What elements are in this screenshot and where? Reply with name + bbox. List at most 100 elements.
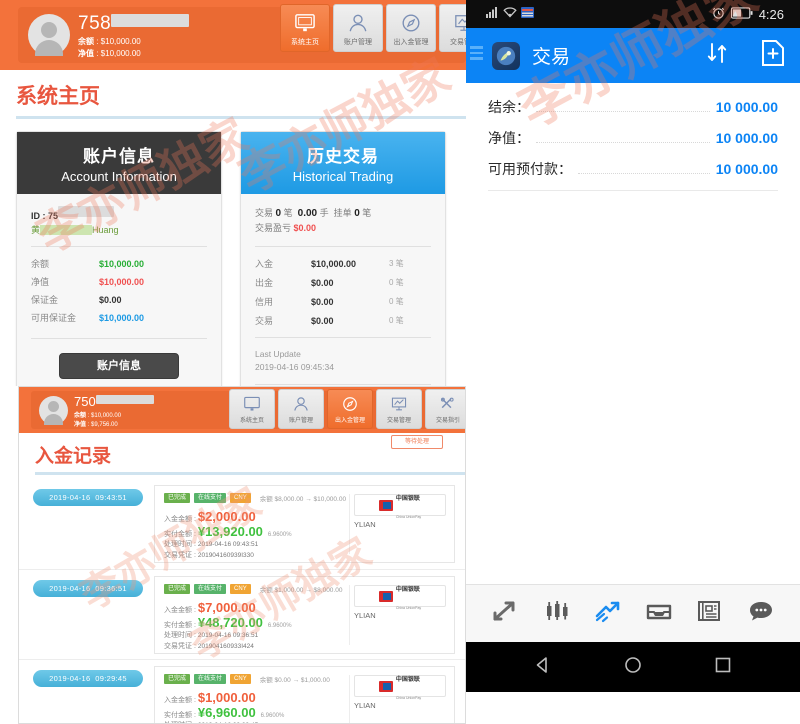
title-divider (16, 116, 466, 119)
paid-label: 实付金额 (164, 622, 192, 629)
row-key: 净值 (31, 277, 50, 287)
main-nav: 系统主页 账户管理 出入金管理 交易 (280, 4, 466, 52)
paid-value: ¥13,920.00 (197, 524, 263, 539)
nav-item-system-home[interactable]: 系统主页 (280, 4, 330, 52)
summary-value: 10 000.00 (715, 130, 778, 146)
account-card-body: ID : 75 黄 Huang 余额 $10,000.00 净值 $10,000… (17, 194, 221, 386)
dotted-leader (536, 142, 710, 143)
row-value: $0.00 (311, 296, 334, 307)
method-badge: 在线支付 (194, 674, 227, 684)
history-card-title-en: Historical Trading (292, 169, 394, 184)
bank-name-en: China UnionPay (395, 606, 422, 610)
summary-row-balance: 结余： 10 000.00 (488, 97, 778, 117)
process-label: 处理时间 (164, 632, 192, 639)
trade-summary: 交易 0 笔 0.00 手 挂单 0 笔 交易盈亏 $0.00 (255, 206, 431, 236)
summary-unit: 笔 (283, 208, 293, 218)
trade-icon[interactable] (491, 598, 521, 629)
row-key: 余额 (31, 259, 50, 269)
row-key: 交易 (255, 316, 274, 326)
record-tags: 已完成 在线支付 CNY 余额 $0.00 → $1,000.00 (164, 674, 330, 684)
hamburger-icon[interactable] (470, 46, 483, 63)
list-item[interactable]: 2019-04-16 09:43:51 已完成 在线支付 CNY 余额 $8,0… (19, 479, 465, 569)
system-home-window: 758 余额 : $10,000.00 净值 : $10,000.00 系统主页 (0, 0, 466, 386)
row-count: 3 笔 (389, 259, 404, 268)
nav-item-system-home[interactable]: 系统主页 (229, 389, 275, 429)
status-badge: 已完成 (164, 674, 191, 684)
topbar-balance: 余额 : $10,000.00 (74, 413, 122, 419)
record-tags: 已完成 在线支付 CNY 余额 $1,000.00 → $8,000.00 (164, 584, 342, 594)
pending-filter-button[interactable]: 等待处理 (391, 435, 443, 449)
summary-value: 10 000.00 (715, 161, 778, 177)
nav-item-deposit-withdraw[interactable]: 出入金管理 (386, 4, 436, 52)
nav-label: 交易指引 (435, 418, 460, 424)
list-item[interactable]: 2019-04-16 09:36:51 已完成 在线支付 CNY 余额 $1,0… (19, 569, 465, 659)
table-row: 保证金 $0.00 (31, 293, 207, 306)
status-badge: 已完成 (164, 493, 191, 503)
record-date: 2019-04-16 (49, 584, 91, 593)
sort-updown-icon[interactable] (704, 40, 730, 71)
row-value: $10,000.00 (99, 276, 145, 287)
recents-button[interactable] (713, 655, 733, 680)
window2-topbar: 750 余额 : $10,000.00 净值 : $9,756.00 系统主页 (19, 387, 465, 433)
process-value: 2019-04-16 09:36:51 (197, 632, 259, 639)
row-key: 可用保证金 (31, 313, 77, 323)
summary-row-free-margin: 可用预付款： 10 000.00 (488, 159, 778, 179)
topbar-balance-label: 余额 (78, 37, 94, 46)
nav-item-trade-guide[interactable]: 交易指引 (425, 389, 465, 429)
exchange-rate: 6.9600% (267, 623, 292, 629)
nav-item-account-mgmt[interactable]: 账户管理 (333, 4, 383, 52)
candlestick-icon[interactable] (542, 598, 572, 629)
account-id-row: ID : 75 (31, 206, 207, 221)
chart-icon (453, 10, 466, 36)
nav-item-deposit-withdraw[interactable]: 出入金管理 (327, 389, 373, 429)
deposit-label: 入金金额 (164, 516, 192, 523)
paid-value: ¥6,960.00 (197, 705, 256, 720)
nav-label: 系统主页 (291, 39, 319, 46)
account-card-title-en: Account Information (61, 169, 177, 184)
row-key: 保证金 (31, 295, 59, 305)
row-key: 入金 (255, 259, 274, 269)
nav-item-account-mgmt[interactable]: 账户管理 (278, 389, 324, 429)
deposit-record-list: 2019-04-16 09:43:51 已完成 在线支付 CNY 余额 $8,0… (19, 479, 465, 723)
currency-badge: CNY (230, 674, 251, 684)
last-update-value: 2019-04-16 09:45:34 (255, 362, 334, 372)
table-row: 出金 $0.00 0 笔 (255, 276, 431, 289)
status-time: 4:26 (758, 6, 784, 22)
record-card: 已完成 在线支付 CNY 余额 $0.00 → $1,000.00 入金金额 :… (154, 666, 455, 723)
android-nav-bar (466, 642, 800, 692)
voucher-row: 交易凭证 : 201904160933I424 (164, 643, 254, 650)
topbar-equity-value: $10,000.00 (100, 49, 141, 58)
inbox-icon[interactable] (644, 598, 674, 629)
summary-lots-unit: 手 (319, 208, 329, 218)
back-button[interactable] (533, 655, 553, 680)
history-card-header: 历史交易 Historical Trading (241, 132, 445, 194)
mobile-content-area: 李亦师独家 (466, 0, 800, 584)
nav-item-trade-mgmt[interactable]: 交易管理 (376, 389, 422, 429)
nav-label: 出入金管理 (334, 418, 365, 424)
account-info-button[interactable]: 账户信息 (59, 353, 179, 379)
record-date: 2019-04-16 (49, 674, 91, 683)
account-id-prefix: 758 (78, 13, 112, 34)
chat-icon[interactable] (746, 598, 776, 629)
bank-name-cn: 中国银联 (395, 587, 420, 593)
account-id-prefix: 750 (74, 394, 96, 409)
nav-label: 交易管理 (386, 418, 411, 424)
news-icon[interactable] (695, 598, 725, 629)
deposit-amount-row: 入金金额 : $7,000.00 (164, 600, 256, 615)
window1-topbar: 758 余额 : $10,000.00 净值 : $10,000.00 系统主页 (0, 0, 466, 70)
row-value: $10,000.00 (99, 258, 145, 269)
compass-icon (341, 393, 359, 414)
home-button[interactable] (623, 655, 643, 680)
process-time-row: 处理时间 : 2019-04-16 09:29:45 (164, 720, 258, 723)
row-value: $0.00 (311, 277, 334, 288)
paid-amount-row: 实付金额 : ¥6,960.00 6.9600% (164, 705, 285, 720)
chart-trend-icon[interactable] (593, 598, 623, 629)
tools-icon (439, 393, 457, 414)
deposit-value: $2,000.00 (197, 509, 256, 524)
nav-item-trade-mgmt[interactable]: 交易管理 (439, 4, 466, 52)
topbar-equity-value: $9,756.00 (91, 422, 118, 428)
appbar-title: 交易 (532, 47, 571, 68)
monitor-icon (294, 10, 316, 36)
list-item[interactable]: 2019-04-16 09:29:45 已完成 在线支付 CNY 余额 $0.0… (19, 659, 465, 723)
add-order-icon[interactable] (760, 39, 786, 72)
